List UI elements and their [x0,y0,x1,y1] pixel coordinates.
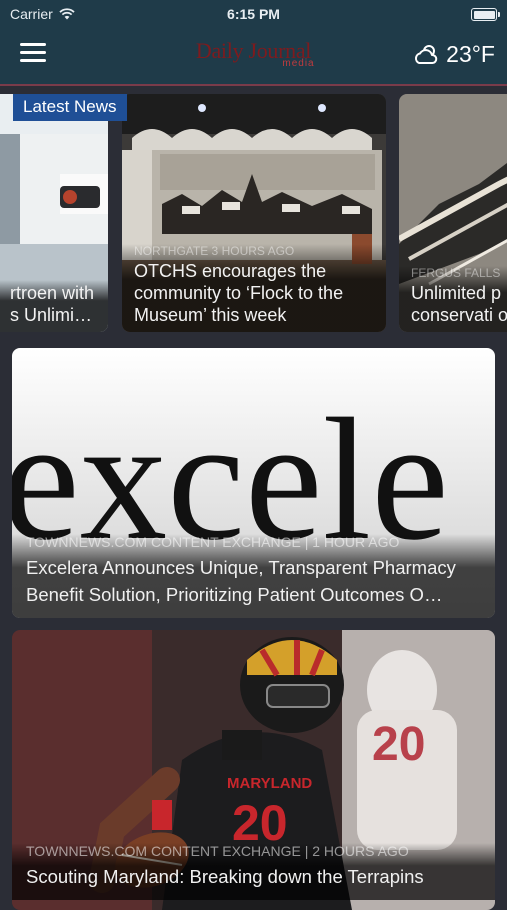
card-caption: FERGUS FALLS Unlimited p conservati of M… [399,266,507,332]
card-title: Unlimited p conservati of Maidens [411,283,507,325]
story-title: Scouting Maryland: Breaking down the Ter… [26,866,424,887]
temperature-label: 23°F [446,41,495,67]
carousel-card[interactable]: rtroen with s Unlimi… [0,94,108,332]
nav-bar: Daily Journal media 23°F [0,30,507,86]
card-meta: FERGUS FALLS [411,266,501,280]
card-title: OTCHS encourages the community to ‘Flock… [134,261,344,325]
news-story-card[interactable]: 20 MARYLAND 20 TOWNNEWS.COM CONTENT EXCH… [12,630,495,910]
latest-news-badge: Latest News [13,94,127,121]
carousel-card[interactable]: NORTHGATE 3 HOURS AGO OTCHS encourages t… [122,94,386,332]
story-meta: TOWNNEWS.COM CONTENT EXCHANGE | 2 HOURS … [26,843,409,859]
story-image-text-back-number: 20 [372,718,425,771]
battery-icon [471,8,500,21]
weather-widget[interactable]: 23°F [412,41,495,68]
story-meta: TOWNNEWS.COM CONTENT EXCHANGE | 1 HOUR A… [26,534,400,550]
story-caption: TOWNNEWS.COM CONTENT EXCHANGE | 2 HOURS … [12,843,495,900]
carousel-card[interactable]: FERGUS FALLS Unlimited p conservati of M… [399,94,507,332]
card-title: rtroen with s Unlimi… [10,283,95,325]
status-time: 6:15 PM [227,6,280,22]
card-caption: NORTHGATE 3 HOURS AGO OTCHS encourages t… [122,244,386,332]
news-story-card[interactable]: excele TOWNNEWS.COM CONTENT EXCHANGE | 1… [12,348,495,618]
partly-cloudy-icon [415,44,438,64]
status-bar: Carrier 6:15 PM [0,0,507,30]
story-title: Excelera Announces Unique, Transparent P… [26,557,456,605]
story-caption: TOWNNEWS.COM CONTENT EXCHANGE | 1 HOUR A… [12,534,495,618]
latest-news-carousel[interactable]: rtroen with s Unlimi… NORTHGATE 3 HOURS … [0,92,507,334]
story-image-text-jersey: MARYLAND [227,775,312,792]
card-caption: rtroen with s Unlimi… [0,280,108,332]
card-meta: NORTHGATE 3 HOURS AGO [134,244,295,258]
